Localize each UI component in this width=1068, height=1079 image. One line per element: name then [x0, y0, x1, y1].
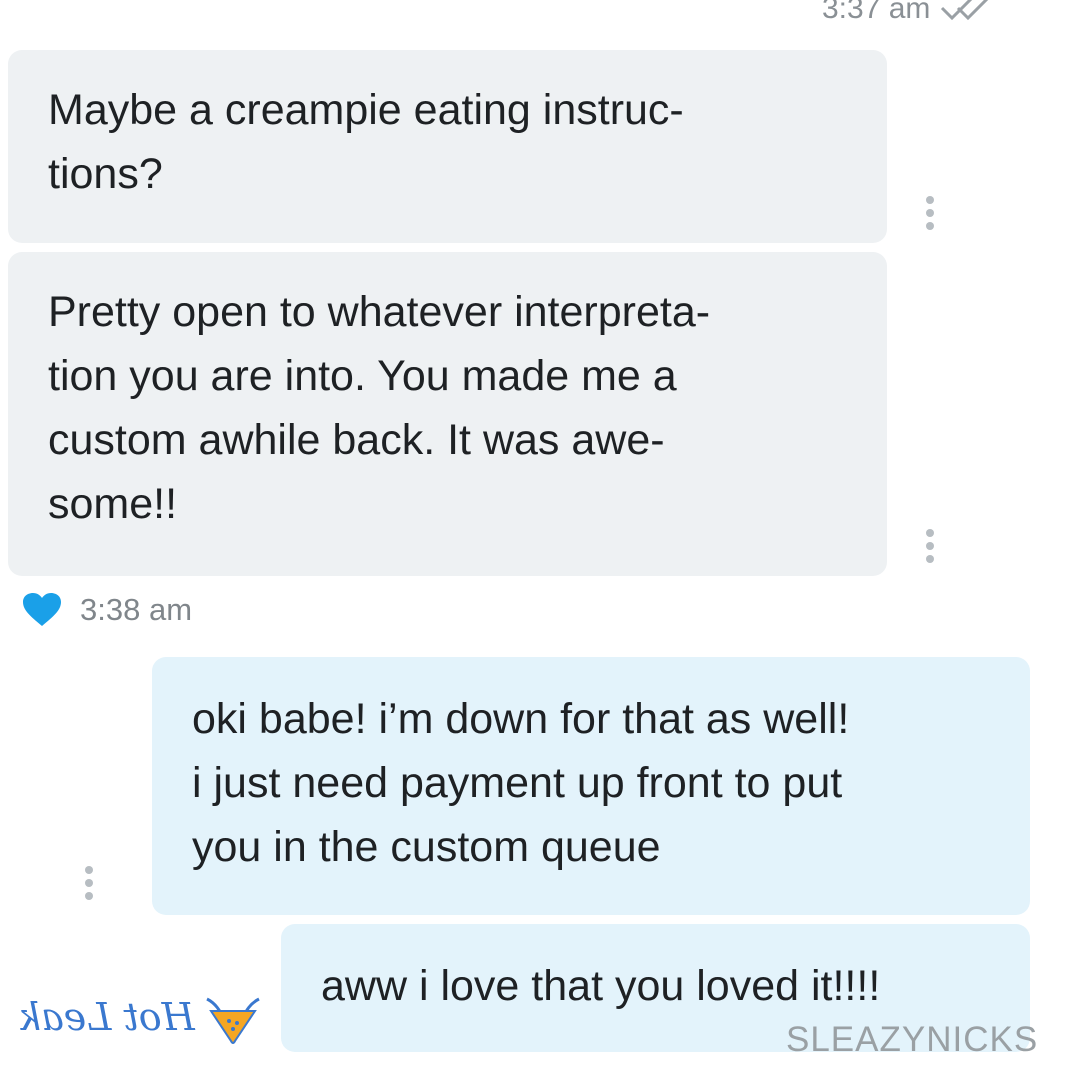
outgoing-message-bubble[interactable]: oki babe! i’m down for that as well! i j…: [152, 657, 1030, 915]
message-options-icon[interactable]: [82, 866, 96, 900]
incoming-message-bubble[interactable]: Pretty open to whatever interpreta- tion…: [8, 252, 887, 576]
watermark-text: SLEAZYNICKS: [786, 1020, 1039, 1059]
logo-mark-icon: [206, 997, 260, 1044]
double-check-icon: [941, 0, 989, 21]
incoming-message-bubble[interactable]: Maybe a creampie eating instruc- tions?: [8, 50, 887, 243]
message-timestamp: 3:37 am: [822, 0, 1002, 26]
message-options-icon[interactable]: [923, 196, 937, 230]
watermark-logo-text: Hot Leak: [18, 995, 195, 1039]
liked-timestamp: 3:38 am: [80, 592, 193, 627]
message-options-icon[interactable]: [923, 529, 937, 563]
heart-icon[interactable]: [22, 592, 62, 628]
liked-indicator: 3:38 am: [22, 592, 192, 628]
watermark-logo: Hot Leak: [18, 985, 265, 1049]
timestamp-text: 3:37 am: [822, 0, 931, 25]
